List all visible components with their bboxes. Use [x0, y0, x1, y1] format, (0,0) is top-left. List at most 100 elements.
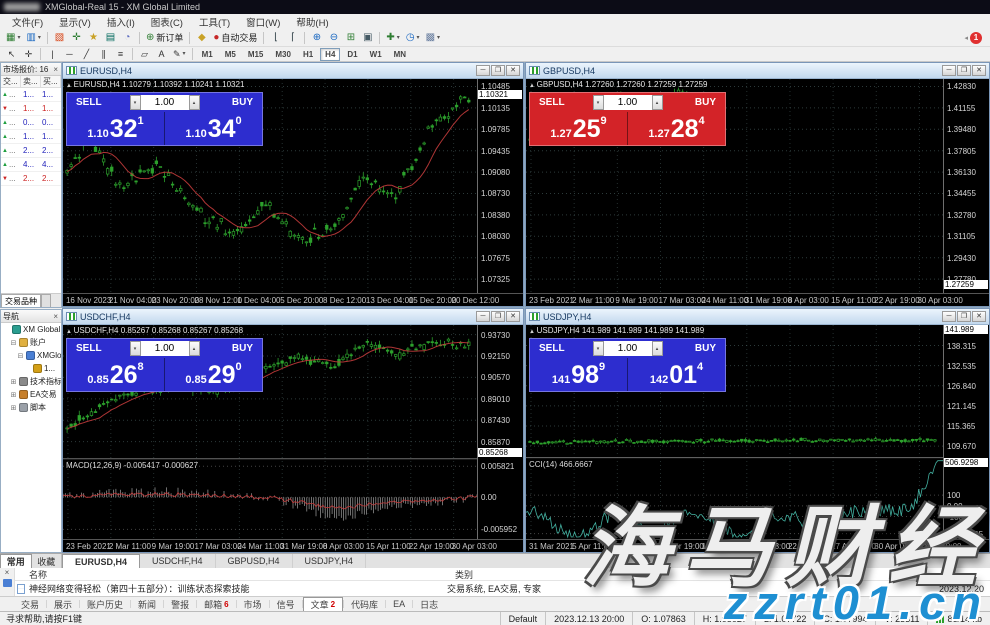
terminal-tab-0[interactable]: 交易	[14, 597, 46, 611]
periods-button[interactable]: ◷▾	[403, 31, 423, 46]
menu-item-0[interactable]: 文件(F)	[4, 14, 51, 30]
volume-input[interactable]: 1.00	[141, 95, 189, 110]
minimize-button[interactable]: ─	[476, 65, 490, 76]
channel-button[interactable]: ∥	[95, 47, 112, 62]
market-watch-row[interactable]: ▲...0...0...	[1, 116, 61, 130]
navigator-item-account-server[interactable]: ⊟XMGlobal-Real 15	[1, 349, 61, 362]
close-button[interactable]: ✕	[506, 65, 520, 76]
navigator-item-account-login[interactable]: 1...	[1, 362, 61, 375]
buy-button[interactable]: BUY	[200, 93, 263, 112]
terminal-tab-10[interactable]: EA	[386, 597, 412, 611]
close-button[interactable]: ✕	[972, 65, 986, 76]
navigator-tab-1[interactable]: 收藏	[32, 554, 62, 568]
trendline-button[interactable]: ╱	[78, 47, 95, 62]
terminal-tab-9[interactable]: 代码库	[344, 597, 385, 611]
close-button[interactable]: ✕	[972, 311, 986, 322]
arrow-tools-button[interactable]: ✎▾	[170, 47, 189, 62]
volume-increase-button[interactable]: ▴	[189, 341, 200, 356]
timeframe-button-D1[interactable]: D1	[342, 48, 362, 61]
navigator-tab-0[interactable]: 常用	[0, 554, 32, 568]
market-watch-column-2[interactable]: 买...	[41, 76, 61, 87]
tile-windows-button[interactable]: ⊞	[342, 31, 359, 46]
column-header-category[interactable]: 类别	[455, 568, 473, 581]
timeframe-button-M5[interactable]: M5	[220, 48, 241, 61]
terminal-tab-8[interactable]: 文章2	[303, 597, 343, 611]
sell-button[interactable]: SELL	[67, 339, 130, 358]
chart-tab-USDCHF,H4[interactable]: USDCHF,H4	[140, 554, 216, 568]
close-button[interactable]: ✕	[506, 311, 520, 322]
terminal-tab-7[interactable]: 信号	[270, 597, 302, 611]
chart-window-titlebar[interactable]: USDCHF,H4─❐✕	[63, 309, 523, 325]
shapes-button[interactable]: ▱	[136, 47, 153, 62]
menu-item-2[interactable]: 插入(I)	[99, 14, 143, 30]
tree-expander-icon[interactable]: ⊟	[10, 339, 17, 347]
notification-badge[interactable]: 1	[970, 32, 982, 44]
market-watch-row[interactable]: ▼...1...1...	[1, 102, 61, 116]
strategy-tester-button[interactable]: ◔	[119, 31, 136, 46]
buy-button[interactable]: BUY	[200, 339, 263, 358]
new-chart-button[interactable]: ▦▾	[3, 31, 23, 46]
tree-expander-icon[interactable]: ⊞	[10, 404, 17, 412]
volume-decrease-button[interactable]: ▾	[593, 95, 604, 110]
buy-button[interactable]: BUY	[663, 93, 726, 112]
column-header-name[interactable]: 名称	[29, 568, 47, 581]
restore-button[interactable]: ❐	[491, 65, 505, 76]
terminal-tab-11[interactable]: 日志	[413, 597, 445, 611]
market-watch-column-1[interactable]: 卖...	[21, 76, 41, 87]
volume-decrease-button[interactable]: ▾	[593, 341, 604, 356]
period-window-button[interactable]: ⌈	[284, 31, 301, 46]
sell-price[interactable]: 0.85268	[67, 358, 164, 391]
terminal-button[interactable]: ▤	[102, 31, 119, 46]
zoom-in-button[interactable]: ⊕	[308, 31, 325, 46]
sell-price[interactable]: 1.27259	[530, 112, 627, 145]
timeframe-button-W1[interactable]: W1	[365, 48, 387, 61]
market-watch-button[interactable]: ▧	[51, 31, 68, 46]
volume-increase-button[interactable]: ▴	[189, 95, 200, 110]
navigator-button[interactable]: ★	[85, 31, 102, 46]
timeframe-button-MN[interactable]: MN	[389, 48, 411, 61]
zoom-out-button[interactable]: ⊖	[325, 31, 342, 46]
market-watch-row[interactable]: ▼...2...2...	[1, 172, 61, 186]
buy-price[interactable]: 1.10340	[165, 112, 262, 145]
article-row[interactable]: 神经网络变得轻松（第四十五部分）：训练状态探索技能 交易系统, EA交易, 专家…	[15, 581, 990, 596]
market-watch-row[interactable]: ▲...4...4...	[1, 158, 61, 172]
volume-increase-button[interactable]: ▴	[652, 95, 663, 110]
tree-expander-icon[interactable]: ⊞	[10, 391, 17, 399]
navigator-item-accounts[interactable]: ⊟账户	[1, 336, 61, 349]
buy-button[interactable]: BUY	[663, 339, 726, 358]
volume-input[interactable]: 1.00	[604, 95, 652, 110]
market-watch-column-0[interactable]: 交...	[1, 76, 21, 87]
terminal-tab-2[interactable]: 账户历史	[80, 597, 130, 611]
vertical-line-button[interactable]: |	[44, 47, 61, 62]
sell-button[interactable]: SELL	[67, 93, 130, 112]
menu-item-1[interactable]: 显示(V)	[51, 14, 99, 30]
buy-price[interactable]: 1.27284	[628, 112, 725, 145]
navigator-close-icon[interactable]: ×	[52, 312, 59, 321]
minimize-button[interactable]: ─	[476, 311, 490, 322]
menu-item-6[interactable]: 帮助(H)	[288, 14, 336, 30]
terminal-close-icon[interactable]: ×	[5, 568, 10, 577]
horizontal-line-button[interactable]: ─	[61, 47, 78, 62]
volume-input[interactable]: 1.00	[141, 341, 189, 356]
navigator-item-scripts[interactable]: ⊞脚本	[1, 401, 61, 414]
terminal-tab-5[interactable]: 邮箱6	[197, 597, 235, 611]
terminal-tab-4[interactable]: 警报	[164, 597, 196, 611]
restore-button[interactable]: ❐	[957, 65, 971, 76]
minimize-button[interactable]: ─	[942, 65, 956, 76]
volume-input[interactable]: 1.00	[604, 341, 652, 356]
chart-tab-GBPUSD,H4[interactable]: GBPUSD,H4	[216, 554, 293, 568]
market-watch-row[interactable]: ▲...2...2...	[1, 144, 61, 158]
restore-button[interactable]: ❐	[491, 311, 505, 322]
tree-expander-icon[interactable]: ⊞	[10, 378, 17, 386]
timeframe-button-M1[interactable]: M1	[197, 48, 218, 61]
menu-item-5[interactable]: 窗口(W)	[238, 14, 288, 30]
sell-price[interactable]: 1.10321	[67, 112, 164, 145]
terminal-tab-3[interactable]: 新闻	[131, 597, 163, 611]
sell-button[interactable]: SELL	[530, 93, 593, 112]
sell-button[interactable]: SELL	[530, 339, 593, 358]
new-order-button[interactable]: ⊕新订单	[143, 31, 186, 46]
add-indicator-button[interactable]: ✚▾	[383, 31, 402, 46]
menu-item-4[interactable]: 工具(T)	[191, 14, 238, 30]
metaeditor-button[interactable]: ◆	[193, 31, 210, 46]
navigator-item-indicators[interactable]: ⊞技术指标	[1, 375, 61, 388]
